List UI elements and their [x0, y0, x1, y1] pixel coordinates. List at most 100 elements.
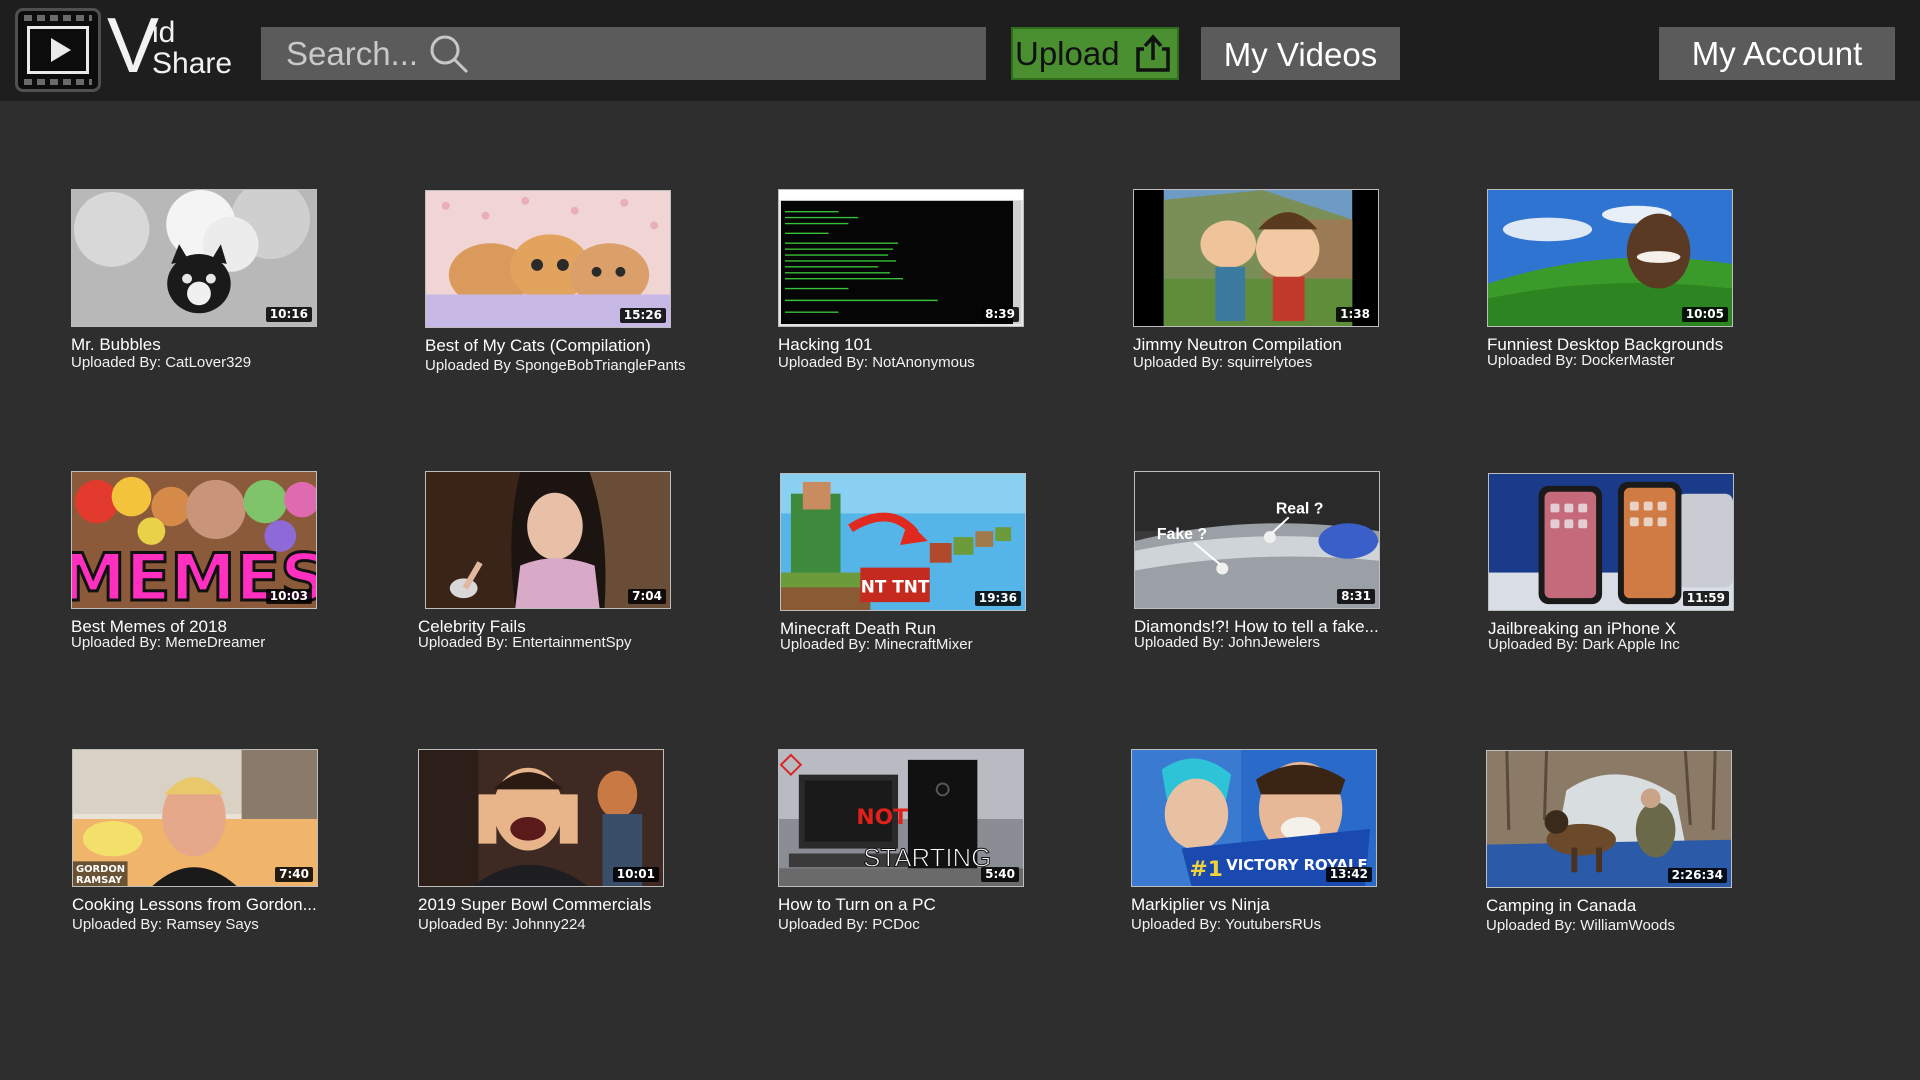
- video-card[interactable]: MEMES 10:03 Best Memes of 2018 Uploaded …: [71, 471, 371, 652]
- video-card[interactable]: 2:26:34 Camping in Canada Uploaded By: W…: [1486, 750, 1786, 935]
- video-uploader: Uploaded By: NotAnonymous: [778, 354, 975, 371]
- duration-badge: 11:59: [1682, 591, 1729, 606]
- duration-badge: 8:31: [1337, 589, 1375, 604]
- video-title[interactable]: Cooking Lessons from Gordon...: [72, 895, 372, 914]
- duration-badge: 8:39: [981, 307, 1019, 322]
- rank-one-text: #1: [1190, 857, 1223, 882]
- duration-badge: 10:03: [265, 589, 312, 604]
- video-title[interactable]: 2019 Super Bowl Commercials: [418, 895, 718, 914]
- video-thumbnail[interactable]: 2:26:34: [1486, 750, 1732, 888]
- top-bar: V id Share Upload My Videos My Account: [0, 0, 1920, 101]
- video-card[interactable]: GORDON RAMSAY 7:40 Cooking Lessons from …: [72, 749, 372, 934]
- my-account-button[interactable]: My Account: [1659, 27, 1895, 80]
- starting-overlay-text: STARTING: [863, 844, 991, 872]
- video-card[interactable]: Fake ? Real ? 8:31 Diamonds!?! How to te…: [1134, 471, 1434, 652]
- duration-badge: 13:42: [1325, 867, 1372, 882]
- excited-man-image: [419, 750, 663, 886]
- video-thumbnail[interactable]: GORDON RAMSAY 7:40: [72, 749, 318, 887]
- video-card[interactable]: #1 VICTORY ROYALE 13:42 Markiplier vs Ni…: [1131, 749, 1431, 934]
- dog-camping-image: [1487, 751, 1731, 887]
- video-thumbnail[interactable]: NT TNT 19:36: [780, 473, 1026, 611]
- video-uploader: Uploaded By: Ramsey Says: [72, 916, 259, 933]
- video-card[interactable]: 1:38 Jimmy Neutron Compilation Uploaded …: [1133, 189, 1433, 372]
- video-card[interactable]: NT TNT 19:36 Minecraft Death Run Uploade…: [780, 473, 1080, 654]
- film-play-icon: [15, 8, 101, 92]
- duration-badge: 5:40: [981, 867, 1019, 882]
- singer-on-stage-image: [426, 472, 670, 608]
- video-card[interactable]: 7:04 Celebrity Fails Uploaded By: Entert…: [418, 471, 725, 652]
- duration-badge: 15:26: [619, 308, 666, 323]
- duration-badge: 10:16: [265, 307, 312, 322]
- video-uploader: Uploaded By: EntertainmentSpy: [418, 634, 632, 651]
- video-card[interactable]: 8:39 Hacking 101 Uploaded By: NotAnonymo…: [778, 189, 1078, 372]
- duration-badge: 10:05: [1681, 307, 1728, 322]
- logo-text-id: id: [152, 16, 176, 49]
- diamond-test-image: Fake ? Real ?: [1135, 472, 1379, 608]
- video-thumbnail[interactable]: 11:59: [1488, 473, 1734, 611]
- video-uploader: Uploaded By SpongeBobTrianglePants: [425, 357, 686, 374]
- my-videos-button[interactable]: My Videos: [1201, 27, 1400, 80]
- video-card[interactable]: 11:59 Jailbreaking an iPhone X Uploaded …: [1488, 473, 1788, 654]
- duration-badge: 2:26:34: [1667, 868, 1727, 883]
- terminal-window-image: [779, 190, 1023, 326]
- upload-label: Upload: [1015, 35, 1120, 72]
- video-thumbnail[interactable]: 10:16: [71, 189, 317, 327]
- video-title[interactable]: Best of My Cats (Compilation): [425, 336, 725, 355]
- minecraft-blocks-image: NT TNT: [781, 474, 1025, 610]
- video-thumbnail[interactable]: 10:01: [418, 749, 664, 887]
- video-uploader: Uploaded By: YoutubersRUs: [1131, 916, 1322, 933]
- video-title[interactable]: Mr. Bubbles: [71, 335, 371, 354]
- video-uploader: Uploaded By: MemeDreamer: [71, 634, 266, 651]
- chef-portrait-image: GORDON RAMSAY: [73, 750, 317, 886]
- video-uploader: Uploaded By: JohnJewelers: [1134, 634, 1320, 651]
- video-title[interactable]: Hacking 101: [778, 335, 1078, 354]
- video-thumbnail[interactable]: #1 VICTORY ROYALE 13:42: [1131, 749, 1377, 887]
- video-uploader: Uploaded By: WilliamWoods: [1486, 917, 1675, 934]
- iphones-image: [1489, 474, 1733, 610]
- vidshare-logo[interactable]: V id Share: [15, 4, 235, 94]
- video-thumbnail[interactable]: 8:39: [778, 189, 1024, 327]
- video-card[interactable]: NOT STARTING 5:40 How to Turn on a PC Up…: [778, 749, 1078, 934]
- video-card[interactable]: 15:26 Best of My Cats (Compilation) Uplo…: [425, 190, 725, 375]
- cartoon-characters-image: [1134, 190, 1378, 326]
- video-title[interactable]: Markiplier vs Ninja: [1131, 895, 1431, 914]
- video-thumbnail[interactable]: 10:05: [1487, 189, 1733, 327]
- upload-button[interactable]: Upload: [1011, 27, 1179, 80]
- memes-collage-image: MEMES: [72, 472, 316, 608]
- not-overlay-text: NOT: [856, 805, 908, 830]
- video-title[interactable]: Camping in Canada: [1486, 896, 1786, 915]
- video-card[interactable]: 10:16 Mr. Bubbles Uploaded By: CatLover3…: [71, 189, 371, 372]
- desktop-pc-image: NOT STARTING: [779, 750, 1023, 886]
- video-uploader: Uploaded By: squirrelytoes: [1133, 354, 1313, 371]
- video-uploader: Uploaded By: DockerMaster: [1487, 352, 1675, 369]
- search-input[interactable]: [261, 27, 986, 80]
- video-card[interactable]: 10:05 Funniest Desktop Backgrounds Uploa…: [1487, 189, 1787, 370]
- upload-icon: [1136, 34, 1170, 72]
- video-thumbnail[interactable]: NOT STARTING 5:40: [778, 749, 1024, 887]
- real-label: Real ?: [1276, 500, 1324, 517]
- green-hill-face-image: [1488, 190, 1732, 326]
- video-thumbnail[interactable]: 15:26: [425, 190, 671, 328]
- video-thumbnail[interactable]: 1:38: [1133, 189, 1379, 327]
- video-uploader: Uploaded By: PCDoc: [778, 916, 920, 933]
- duration-badge: 7:04: [628, 589, 666, 604]
- cat-in-bubbles-image: [72, 190, 316, 326]
- search-bar: [261, 27, 986, 80]
- video-uploader: Uploaded By: CatLover329: [71, 354, 252, 371]
- duration-badge: 1:38: [1336, 307, 1374, 322]
- ramsay-label: RAMSAY: [76, 875, 123, 886]
- video-uploader: Uploaded By: Johnny224: [418, 916, 586, 933]
- video-card[interactable]: 10:01 2019 Super Bowl Commercials Upload…: [418, 749, 718, 934]
- video-thumbnail[interactable]: MEMES 10:03: [71, 471, 317, 609]
- video-title[interactable]: Jimmy Neutron Compilation: [1133, 335, 1433, 354]
- video-uploader: Uploaded By: Dark Apple Inc: [1488, 636, 1680, 653]
- duration-badge: 7:40: [275, 867, 313, 882]
- video-thumbnail[interactable]: 7:04: [425, 471, 671, 609]
- gordon-label: GORDON: [76, 864, 125, 875]
- video-title[interactable]: How to Turn on a PC: [778, 895, 1078, 914]
- gamer-faces-image: #1 VICTORY ROYALE: [1132, 750, 1376, 886]
- fake-label: Fake ?: [1157, 526, 1207, 543]
- tnt-overlay-text: NT TNT: [861, 576, 930, 596]
- three-kittens-image: [426, 191, 670, 327]
- video-thumbnail[interactable]: Fake ? Real ? 8:31: [1134, 471, 1380, 609]
